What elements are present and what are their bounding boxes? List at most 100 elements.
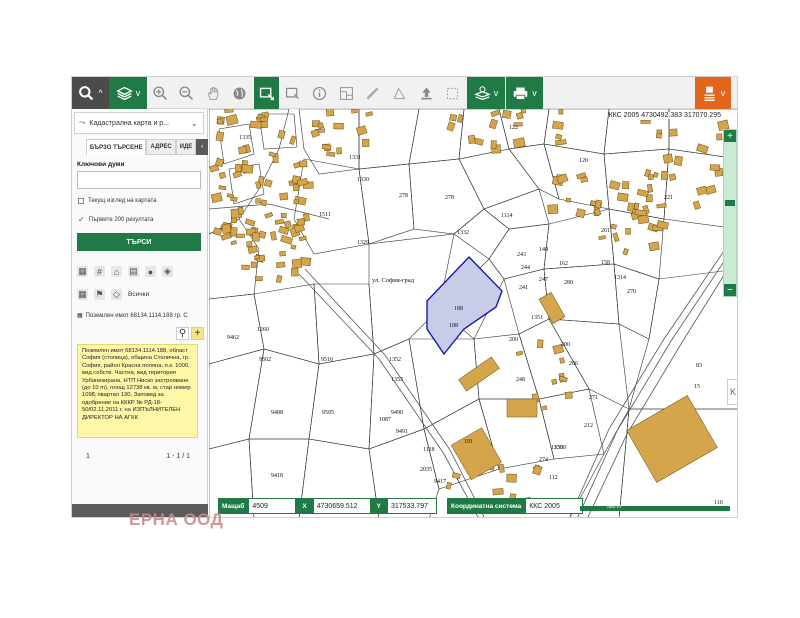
building	[622, 181, 630, 190]
scale-input[interactable]: 4509	[248, 498, 297, 514]
pin-icon[interactable]: ●	[145, 266, 156, 277]
globe-button[interactable]	[227, 77, 252, 109]
building	[299, 160, 308, 168]
search-icon	[79, 85, 94, 100]
home-icon[interactable]: ⌂	[111, 266, 122, 277]
building	[336, 147, 342, 155]
add-icon[interactable]: +	[191, 327, 204, 340]
parcel-number-label: 122	[509, 125, 518, 131]
building	[296, 218, 306, 227]
parcel-number-label: 120	[579, 158, 588, 164]
parcel-number-label: 1087	[379, 417, 391, 423]
map-canvas[interactable]: 1335 1331 1330 122 1511 278 1329 1332 140 162 158 1…	[209, 109, 738, 518]
building	[559, 357, 565, 364]
parcel-number-label: 1351	[531, 315, 543, 321]
zoom-out-button[interactable]	[174, 77, 199, 109]
tabs-spacer	[72, 139, 86, 155]
building	[637, 214, 650, 225]
zoom-slider-handle[interactable]	[725, 200, 735, 206]
info-button[interactable]	[307, 77, 332, 109]
search-tool-button[interactable]: ^	[72, 77, 109, 109]
parcel-number-label: 9502	[259, 357, 271, 363]
zoom-in-button[interactable]	[148, 77, 173, 109]
parcel-number-label: 274	[539, 457, 548, 463]
building	[260, 117, 268, 122]
search-button[interactable]: ТЪРСИ	[77, 233, 201, 251]
object-type-icons-row-2: ▦ ⚑ ◇ Всички	[77, 289, 149, 300]
layer-select[interactable]: ⤳ Кадастрална карта и р... ⌄	[74, 112, 204, 134]
watermark-text: ЕРНА ООД	[129, 510, 224, 529]
building	[662, 153, 674, 164]
parcel-number-label: 280	[564, 280, 573, 286]
zoom-to-icon[interactable]: ⚲	[176, 327, 189, 340]
tab-address[interactable]: АДРЕС	[146, 139, 176, 155]
parcel-number-label: 112	[549, 475, 558, 481]
clear-selection-button[interactable]	[440, 77, 465, 109]
layers-small-icon[interactable]: ◈	[162, 266, 173, 277]
parcel-number-label: 191	[464, 439, 473, 445]
building	[241, 164, 254, 174]
pager-page[interactable]: 1	[86, 453, 90, 460]
search-sidebar: ⤳ Кадастрална карта и р... ⌄ БЪРЗО ТЪРСЕ…	[72, 109, 208, 517]
clear-selection-icon	[446, 87, 459, 99]
parcel-number-label: 1118	[423, 447, 435, 453]
objects-all-label[interactable]: Всички	[128, 291, 149, 298]
building	[551, 378, 558, 385]
measure-line-button[interactable]	[360, 77, 385, 109]
y-coordinate-input[interactable]: 317533.797	[387, 498, 437, 514]
chevron-down-icon: v	[532, 88, 537, 98]
parcel-number-label: 241	[519, 285, 528, 291]
coordinate-system-select[interactable]: ККС 2005	[525, 498, 584, 514]
parcel-number-label: 270	[627, 289, 636, 295]
tab-quick-search[interactable]: БЪРЗО ТЪРСЕНЕ	[85, 139, 147, 155]
parcel-number-label: 140	[539, 247, 548, 253]
grid-icon[interactable]: ▦	[77, 289, 88, 300]
parcel-number-label: 2035	[420, 467, 432, 473]
print-button[interactable]: v	[506, 77, 543, 109]
selected-parcel-label: 188	[454, 306, 463, 312]
y-label: Y	[370, 498, 387, 514]
tab-identifier[interactable]: ИДЕ	[175, 139, 197, 155]
zoom-out-icon[interactable]: −	[724, 284, 736, 296]
main-menu-button[interactable]: v	[695, 77, 731, 109]
building	[594, 199, 602, 209]
building	[668, 173, 677, 181]
route-icon: ⤳	[79, 118, 86, 127]
x-coordinate-input[interactable]: 4730659.512	[312, 498, 371, 514]
building	[362, 138, 370, 147]
select-rect-button[interactable]	[254, 77, 279, 109]
profile-button[interactable]	[334, 77, 359, 109]
upload-button[interactable]	[414, 77, 439, 109]
parcel-number-label: 212	[584, 423, 593, 429]
cadastral-map[interactable]: 1335 1331 1330 122 1511 278 1329 1332 140 162 158 1…	[209, 109, 738, 518]
building	[238, 206, 244, 215]
search-tabs: БЪРЗО ТЪРСЕНЕ АДРЕС ИДЕ ›	[72, 139, 208, 155]
export-rect-button[interactable]	[280, 77, 305, 109]
panel-toggle-icon[interactable]: K	[727, 379, 737, 405]
layers-visibility-button[interactable]: v	[467, 77, 505, 109]
pager: 1 1 - 1 / 1	[72, 453, 208, 465]
pan-button[interactable]	[201, 77, 226, 109]
flag-icon[interactable]: ⚑	[94, 289, 105, 300]
parcel-number-label: 248	[516, 377, 525, 383]
measure-area-button[interactable]	[387, 77, 412, 109]
layers-tool-button[interactable]: v	[109, 77, 147, 109]
result-title[interactable]: ▦ Поземлен имот 68134.1114.188 гр. С	[77, 312, 205, 319]
keywords-input[interactable]	[77, 171, 201, 189]
zoom-slider[interactable]: + −	[723, 129, 737, 297]
hash-icon[interactable]: #	[94, 266, 105, 277]
grid-icon[interactable]: ▦	[77, 266, 88, 277]
current-view-checkbox[interactable]: Текущ изглед на картата	[78, 198, 157, 204]
upload-icon	[421, 87, 432, 99]
building	[251, 232, 261, 242]
large-building	[506, 398, 538, 418]
select-rect-icon	[259, 87, 274, 100]
hand-pan-icon	[207, 86, 219, 100]
shape-icon[interactable]: ◇	[111, 289, 122, 300]
building-icon[interactable]: ▤	[128, 266, 139, 277]
first-results-checkbox[interactable]: ✓ Първите 200 резултата	[78, 215, 154, 224]
chevron-right-icon[interactable]: ›	[196, 139, 208, 155]
zoom-in-icon[interactable]: +	[724, 130, 736, 142]
parcel-number-label: 9505	[322, 410, 334, 416]
current-view-label: Текущ изглед на картата	[88, 198, 157, 204]
